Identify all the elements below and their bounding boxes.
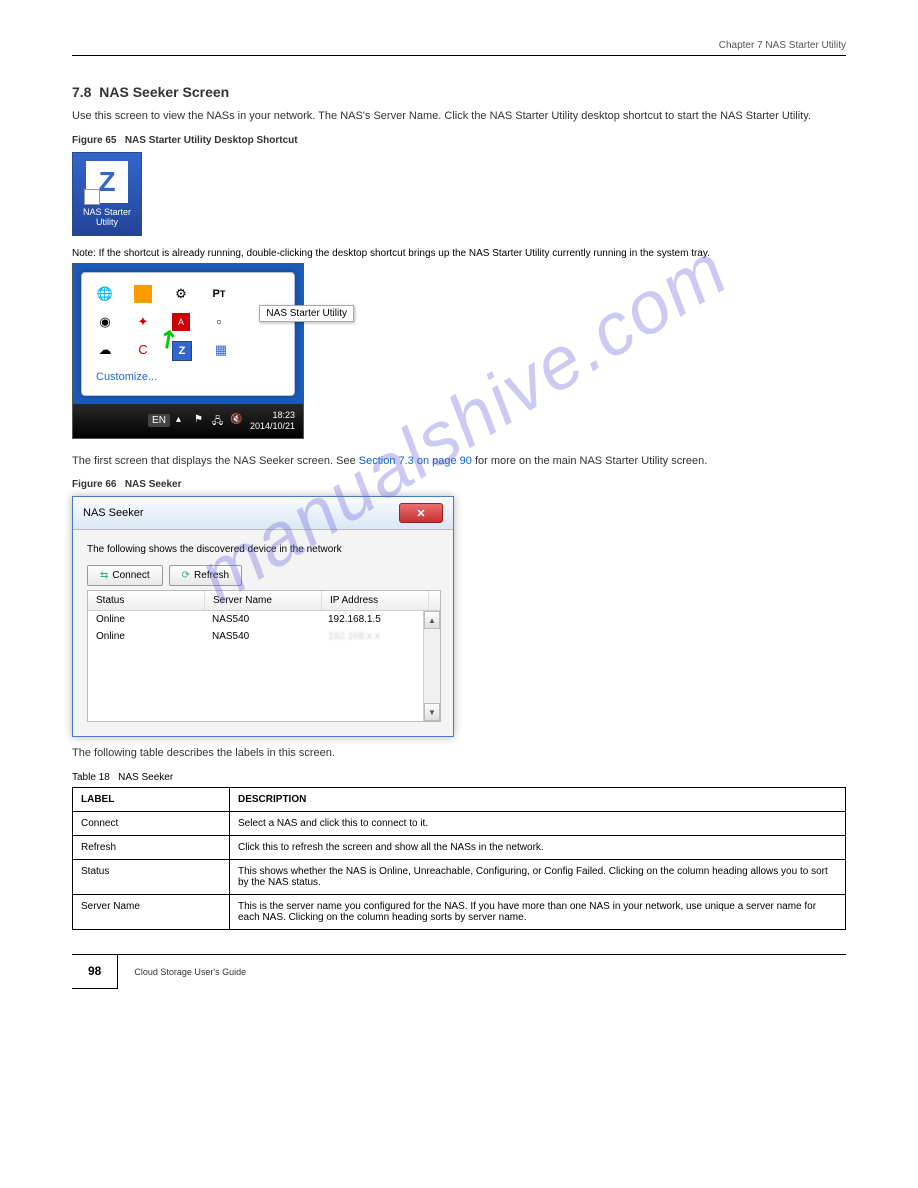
tray-icon-orange[interactable] <box>134 285 152 303</box>
nas-starter-shortcut[interactable]: Z NAS Starter Utility <box>72 152 142 236</box>
tray-icon-generic[interactable]: ▫ <box>210 313 228 331</box>
refresh-button[interactable]: ⟳Refresh <box>169 565 242 586</box>
customize-link[interactable]: Customize... <box>96 371 280 383</box>
tray-icon-tool[interactable]: ⚙ <box>172 285 190 303</box>
shortcut-label: NAS Starter Utility <box>73 207 141 227</box>
nas-seeker-window: NAS Seeker ✕ The following shows the dis… <box>72 496 454 737</box>
table-row[interactable]: Online NAS540 192.168.x.x <box>88 628 440 645</box>
seeker-intro: The first screen that displays the NAS S… <box>72 453 846 470</box>
taskbar-clock[interactable]: 18:23 2014/10/21 <box>250 410 295 432</box>
scroll-down-icon[interactable]: ▼ <box>424 703 440 721</box>
section-number: 7.8 <box>72 84 91 100</box>
connect-button[interactable]: ⇆Connect <box>87 565 163 586</box>
section-title: NAS Seeker Screen <box>99 84 229 100</box>
z-icon: Z <box>86 161 128 203</box>
seeker-description: The following shows the discovered devic… <box>87 544 439 555</box>
system-tray-screenshot: 🌐 ⚙ PT ◉ ✦ A ▫ NAS Starter Utility ☁ C Z… <box>72 263 304 439</box>
taskbar: EN ▴ ⚑ 🖧 🔇 18:23 2014/10/21 <box>73 404 303 438</box>
figure-65-label: Figure 65 NAS Starter Utility Desktop Sh… <box>72 135 846 146</box>
description-table: LABEL DESCRIPTION Connect Select a NAS a… <box>72 787 846 930</box>
footer-product: Cloud Storage User's Guide <box>118 967 246 977</box>
table-intro: The following table describes the labels… <box>72 745 846 762</box>
taskbar-flag-icon[interactable]: ⚑ <box>194 414 208 428</box>
close-button[interactable]: ✕ <box>399 503 443 523</box>
section-heading: 7.8 NAS Seeker Screen <box>72 84 846 100</box>
scrollbar[interactable]: ▲ ▼ <box>423 611 440 721</box>
taskbar-network-icon[interactable]: 🖧 <box>212 414 226 428</box>
note-text: Note: If the shortcut is already running… <box>72 248 846 259</box>
tray-icon-c[interactable]: C <box>134 341 152 359</box>
tray-icon-red[interactable]: ✦ <box>134 313 152 331</box>
page-header: Chapter 7 NAS Starter Utility <box>72 40 846 56</box>
figure-66-label: Figure 66 NAS Seeker <box>72 479 846 490</box>
tray-icon-blue[interactable]: ▦ <box>212 341 230 359</box>
tray-icon-pt[interactable]: PT <box>210 285 228 303</box>
taskbar-chevron-icon[interactable]: ▴ <box>176 414 190 428</box>
tray-icon-globe[interactable]: 🌐 <box>96 285 114 303</box>
table-caption: Table 18 NAS Seeker <box>72 772 846 783</box>
device-table: Status Server Name IP Address Online NAS… <box>87 590 441 722</box>
page-footer: 98 Cloud Storage User's Guide <box>72 954 846 989</box>
page-number: 98 <box>72 954 118 989</box>
tray-tooltip: NAS Starter Utility <box>259 305 354 322</box>
window-title: NAS Seeker <box>83 507 144 519</box>
language-indicator[interactable]: EN <box>148 414 170 427</box>
tray-icon-swirl[interactable]: ◉ <box>96 313 114 331</box>
table-header: Status Server Name IP Address <box>88 591 440 611</box>
connect-icon: ⇆ <box>100 570 108 581</box>
tray-overflow-popup: 🌐 ⚙ PT ◉ ✦ A ▫ NAS Starter Utility ☁ C Z… <box>81 272 295 396</box>
table-body: Online NAS540 192.168.1.5 Online NAS540 … <box>88 611 440 721</box>
refresh-icon: ⟳ <box>182 570 190 581</box>
window-titlebar: NAS Seeker ✕ <box>73 497 453 530</box>
col-status[interactable]: Status <box>88 591 205 610</box>
th-description: DESCRIPTION <box>230 787 846 811</box>
tray-icon-cloud[interactable]: ☁ <box>96 341 114 359</box>
scroll-up-icon[interactable]: ▲ <box>424 611 440 629</box>
intro-paragraph: Use this screen to view the NASs in your… <box>72 108 846 125</box>
table-row: Refresh Click this to refresh the screen… <box>73 835 846 859</box>
taskbar-volume-icon[interactable]: 🔇 <box>230 414 244 428</box>
col-server-name[interactable]: Server Name <box>205 591 322 610</box>
col-ip-address[interactable]: IP Address <box>322 591 429 610</box>
table-row: Server Name This is the server name you … <box>73 894 846 929</box>
table-row: Connect Select a NAS and click this to c… <box>73 811 846 835</box>
tray-icon-adobe[interactable]: A <box>172 313 190 331</box>
table-row[interactable]: Online NAS540 192.168.1.5 <box>88 611 440 628</box>
table-row: Status This shows whether the NAS is Onl… <box>73 859 846 894</box>
th-label: LABEL <box>73 787 230 811</box>
